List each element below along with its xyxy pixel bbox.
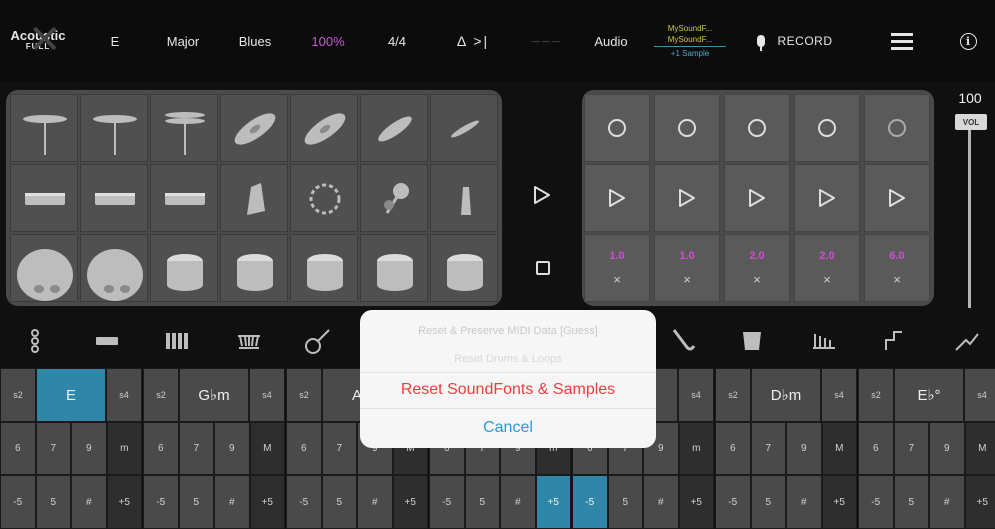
- reset-preserve-option[interactable]: Reset & Preserve MIDI Data [Guess]: [360, 320, 656, 342]
- reset-drums-option[interactable]: Reset Drums & Loops: [360, 348, 656, 370]
- modal-overlay: [0, 0, 995, 529]
- reset-soundfonts-button[interactable]: Reset SoundFonts & Samples: [360, 372, 656, 406]
- reset-action-sheet: Reset & Preserve MIDI Data [Guess] Reset…: [360, 310, 656, 448]
- cancel-button[interactable]: Cancel: [360, 408, 656, 446]
